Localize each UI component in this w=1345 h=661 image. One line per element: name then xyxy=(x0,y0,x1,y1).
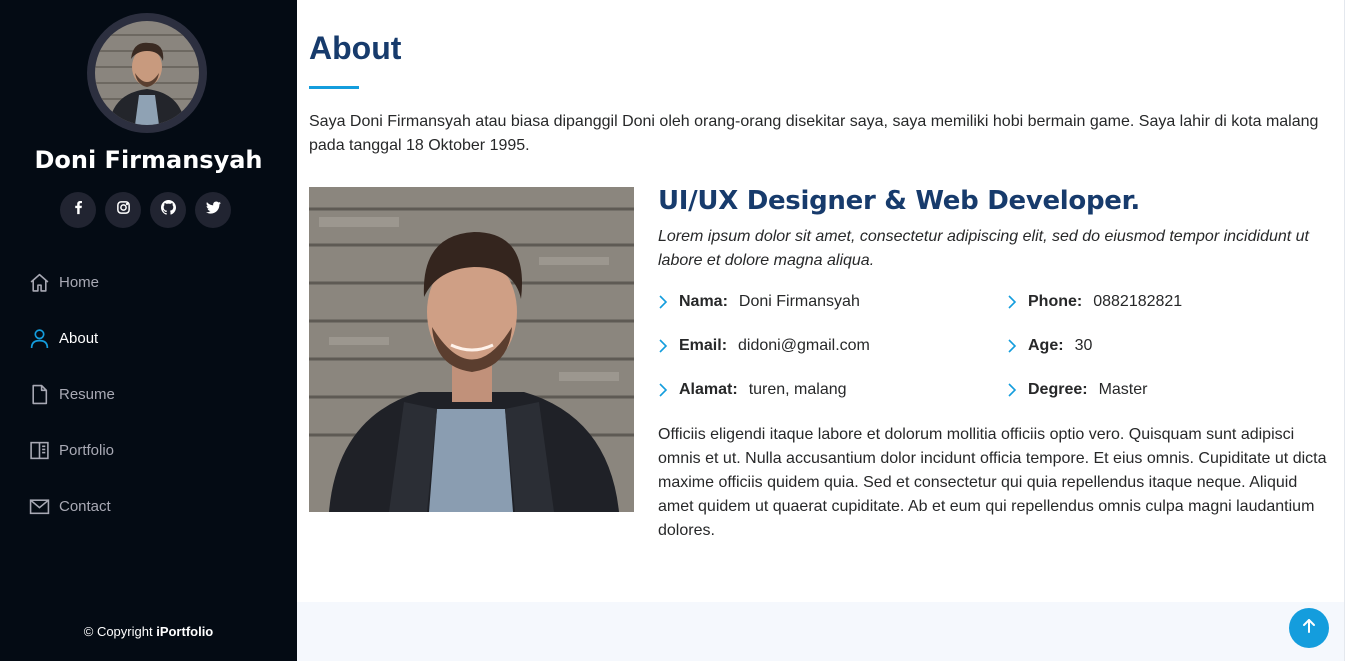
next-section-band xyxy=(297,602,1345,661)
sidebar: Doni Firmansyah Home About Resume Portfo… xyxy=(0,0,297,661)
sidebar-item-about[interactable]: About xyxy=(0,310,297,366)
fact-label: Age: xyxy=(1028,337,1064,354)
book-icon xyxy=(28,439,50,461)
chevron-right-icon xyxy=(1007,382,1019,398)
about-details: UI/UX Designer & Web Developer. Lorem ip… xyxy=(658,186,1334,539)
title-underline xyxy=(309,86,359,89)
twitter-link[interactable] xyxy=(195,192,231,228)
envelope-icon xyxy=(28,495,50,517)
sidebar-item-label: Portfolio xyxy=(59,441,115,459)
twitter-icon xyxy=(205,200,221,220)
sidebar-item-portfolio[interactable]: Portfolio xyxy=(0,422,297,478)
person-icon xyxy=(28,327,50,349)
social-links xyxy=(60,192,231,228)
fact-email: Email: didoni@gmail.com xyxy=(658,334,870,358)
fact-nama: Nama: Doni Firmansyah xyxy=(658,290,860,314)
chevron-right-icon xyxy=(1007,338,1019,354)
fact-label: Email: xyxy=(679,337,728,354)
home-icon xyxy=(28,271,50,293)
about-body-text: Officiis eligendi itaque labore et dolor… xyxy=(658,426,1327,539)
about-photo xyxy=(309,187,634,512)
fact-degree: Degree: Master xyxy=(1007,378,1147,402)
fact-value: turen, malang xyxy=(748,381,847,398)
copyright-brand: iPortfolio xyxy=(156,624,214,639)
chevron-right-icon xyxy=(658,294,670,310)
fact-label: Nama: xyxy=(679,293,728,310)
page-title: About xyxy=(309,30,402,66)
fact-value: 0882182821 xyxy=(1093,293,1183,310)
arrow-up-icon xyxy=(1300,617,1318,640)
fact-phone: Phone: 0882182821 xyxy=(1007,290,1182,314)
file-icon xyxy=(28,383,50,405)
avatar xyxy=(87,13,207,133)
copyright: © Copyright iPortfolio xyxy=(0,624,297,639)
fact-label: Phone: xyxy=(1028,293,1083,310)
main-content: About Saya Doni Firmansyah atau biasa di… xyxy=(297,0,1345,661)
chevron-right-icon xyxy=(658,338,670,354)
sidebar-nav: Home About Resume Portfolio Contact xyxy=(0,254,297,534)
chevron-right-icon xyxy=(1007,294,1019,310)
sidebar-item-home[interactable]: Home xyxy=(0,254,297,310)
sidebar-item-label: About xyxy=(59,329,99,347)
fact-value: didoni@gmail.com xyxy=(738,337,870,354)
role-heading: UI/UX Designer & Web Developer. xyxy=(658,186,1141,216)
instagram-link[interactable] xyxy=(105,192,141,228)
github-link[interactable] xyxy=(150,192,186,228)
instagram-icon xyxy=(116,200,131,220)
fact-label: Degree: xyxy=(1028,381,1088,398)
profile-photo xyxy=(95,21,199,125)
back-to-top-button[interactable] xyxy=(1289,608,1329,648)
chevron-right-icon xyxy=(658,382,670,398)
sidebar-item-resume[interactable]: Resume xyxy=(0,366,297,422)
intro-text: Saya Doni Firmansyah atau biasa dipanggi… xyxy=(309,113,1319,154)
fact-alamat: Alamat: turen, malang xyxy=(658,378,847,402)
sidebar-item-contact[interactable]: Contact xyxy=(0,478,297,534)
lead-text: Lorem ipsum dolor sit amet, consectetur … xyxy=(658,228,1309,269)
sidebar-item-label: Contact xyxy=(59,497,111,515)
sidebar-item-label: Home xyxy=(59,273,100,291)
fact-value: Doni Firmansyah xyxy=(738,293,860,310)
github-icon xyxy=(160,200,176,220)
facebook-icon xyxy=(71,200,86,220)
profile-name: Doni Firmansyah xyxy=(34,146,263,174)
facebook-link[interactable] xyxy=(60,192,96,228)
fact-label: Alamat: xyxy=(679,381,738,398)
fact-age: Age: 30 xyxy=(1007,334,1092,358)
fact-value: 30 xyxy=(1074,337,1093,354)
fact-value: Master xyxy=(1098,381,1148,398)
copyright-prefix: © Copyright xyxy=(83,624,153,639)
sidebar-item-label: Resume xyxy=(59,385,115,403)
